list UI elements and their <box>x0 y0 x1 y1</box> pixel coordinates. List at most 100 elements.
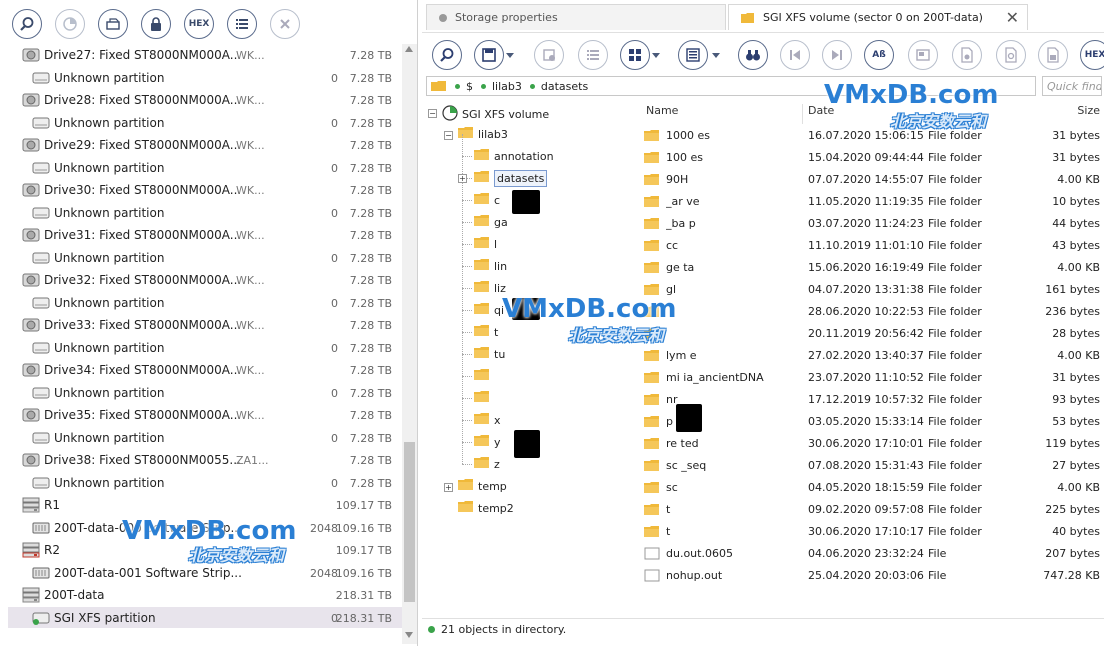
table-row[interactable]: 28.06.2020 10:22:53 File folder 236 bytes <box>638 301 1104 323</box>
column-date[interactable]: Date <box>808 104 834 124</box>
column-size[interactable]: Size <box>1050 104 1100 124</box>
lock-button[interactable] <box>141 9 171 39</box>
table-row[interactable]: lym e 27.02.2020 13:40:37 File folder 4.00 … <box>638 345 1104 367</box>
expand-icon[interactable]: + <box>444 483 453 492</box>
table-row[interactable]: 1000 es 16.07.2020 15:06:15 File folder 31 … <box>638 125 1104 147</box>
tree-folder-temp2[interactable]: temp2 <box>458 497 514 519</box>
file-settings-button[interactable] <box>952 40 982 70</box>
breadcrumb-item[interactable]: $ <box>455 80 473 93</box>
list-item[interactable]: Drive33: Fixed ST8000NM000A... WK... 7.28 … <box>8 314 402 336</box>
tree-folder[interactable]: tu <box>474 343 505 365</box>
tree-folder-lilab3[interactable]: lilab3 <box>458 123 508 145</box>
dropdown-arrow-icon[interactable] <box>712 53 720 58</box>
list-item[interactable]: 200T-data 218.31 TB <box>8 584 402 606</box>
tree-folder[interactable] <box>474 387 494 409</box>
file-save-button[interactable] <box>1038 40 1068 70</box>
binoculars-button[interactable] <box>738 40 768 70</box>
table-row[interactable]: ge ta 15.06.2020 16:19:49 File folder 4.00 … <box>638 257 1104 279</box>
table-row[interactable]: 100 es 15.04.2020 09:44:44 File folder 31 b… <box>638 147 1104 169</box>
list-item[interactable]: R2 109.17 TB <box>8 539 402 561</box>
collapse-icon[interactable]: − <box>428 109 437 118</box>
expand-icon[interactable]: + <box>458 174 467 183</box>
tab-close-icon[interactable]: ✕ <box>1006 8 1019 27</box>
table-row[interactable]: sc 04.05.2020 18:15:59 File folder 4.00 KB <box>638 477 1104 499</box>
hex-button[interactable]: HEX <box>1080 40 1104 70</box>
find-button[interactable] <box>12 9 42 39</box>
table-row[interactable]: 20.11.2019 20:56:42 File folder 28 bytes <box>638 323 1104 345</box>
scroll-up-icon[interactable] <box>405 46 413 52</box>
tree-root-volume[interactable]: SGI XFS volume <box>442 103 549 125</box>
list-item[interactable]: 200T-data-000 Software Strip... 2048 109.1… <box>8 517 402 539</box>
tree-folder[interactable]: liz <box>474 277 506 299</box>
column-name[interactable]: Name <box>646 104 678 124</box>
list-item[interactable]: Drive32: Fixed ST8000NM000A... WK... 7.28 … <box>8 269 402 291</box>
panel-button[interactable] <box>678 40 708 70</box>
breadcrumb[interactable]: $ lilab3 datasets <box>426 76 1036 96</box>
table-row[interactable]: _ar ve 11.05.2020 11:19:35 File folder 10 b… <box>638 191 1104 213</box>
table-row[interactable]: t 09.02.2020 09:57:08 File folder 225 bytes <box>638 499 1104 521</box>
tree-folder[interactable]: l <box>474 233 497 255</box>
list-item[interactable]: Drive29: Fixed ST8000NM000A... WK... 7.28 … <box>8 134 402 156</box>
list-item[interactable]: Drive31: Fixed ST8000NM000A... WK... 7.28 … <box>8 224 402 246</box>
file-find-button[interactable] <box>996 40 1026 70</box>
device-list-scrollbar[interactable] <box>402 44 417 644</box>
dropdown-arrow-icon[interactable] <box>506 53 514 58</box>
tree-folder[interactable]: qi <box>474 299 504 321</box>
table-row[interactable]: sc _seq 07.08.2020 15:31:43 File folder 27 … <box>638 455 1104 477</box>
table-row[interactable]: du.out.0605 04.06.2020 23:32:24 File 207 by… <box>638 543 1104 565</box>
list-item[interactable]: Unknown partition 0 7.28 TB <box>8 337 402 359</box>
list-item[interactable]: Drive34: Fixed ST8000NM000A... WK... 7.28 … <box>8 359 402 381</box>
list-item[interactable]: Unknown partition 0 7.28 TB <box>8 382 402 404</box>
next-button[interactable] <box>822 40 852 70</box>
tab-sgi-xfs-volume[interactable]: SGI XFS volume (sector 0 on 200T-data) ✕ <box>728 4 1028 30</box>
dropdown-arrow-icon[interactable] <box>652 53 660 58</box>
tree-folder[interactable]: x <box>474 409 501 431</box>
tree-folder[interactable]: datasets <box>474 167 548 189</box>
table-row[interactable]: p 03.05.2020 15:33:14 File folder 53 bytes <box>638 411 1104 433</box>
table-row[interactable]: nr 17.12.2019 10:57:32 File folder 93 bytes <box>638 389 1104 411</box>
open-button[interactable] <box>98 9 128 39</box>
collapse-icon[interactable]: − <box>444 131 453 140</box>
list-item[interactable]: Drive28: Fixed ST8000NM000A... WK... 7.28 … <box>8 89 402 111</box>
tree-folder[interactable]: c <box>474 189 500 211</box>
scroll-down-icon[interactable] <box>405 632 413 638</box>
tree-folder[interactable]: y <box>474 431 501 453</box>
tree-folder[interactable]: t <box>474 321 498 343</box>
list-item[interactable]: 200T-data-001 Software Strip... 2048 109.1… <box>8 562 402 584</box>
list-button[interactable] <box>227 9 257 39</box>
hex-button[interactable]: HEX <box>184 9 214 39</box>
table-row[interactable]: mi ia_ancientDNA 23.07.2020 11:10:52 File … <box>638 367 1104 389</box>
case-button[interactable]: Aß <box>864 40 894 70</box>
breadcrumb-item[interactable]: datasets <box>529 80 588 93</box>
table-row[interactable]: re ted 30.06.2020 17:10:01 File folder 119 … <box>638 433 1104 455</box>
tree-folder-temp[interactable]: temp <box>458 475 507 497</box>
find-button[interactable] <box>432 40 462 70</box>
tree-folder[interactable] <box>474 365 494 387</box>
list-item[interactable]: Drive35: Fixed ST8000NM000A... WK... 7.28 … <box>8 404 402 426</box>
list-item[interactable]: Unknown partition 0 7.28 TB <box>8 427 402 449</box>
tree-folder[interactable]: lin <box>474 255 507 277</box>
close-button[interactable] <box>270 9 300 39</box>
list-item[interactable]: Unknown partition 0 7.28 TB <box>8 67 402 89</box>
breadcrumb-item[interactable]: lilab3 <box>481 80 522 93</box>
table-row[interactable]: t 30.06.2020 17:10:17 File folder 40 bytes <box>638 521 1104 543</box>
list-item[interactable]: Drive30: Fixed ST8000NM000A... WK... 7.28 … <box>8 179 402 201</box>
tree-folder[interactable]: annotation <box>474 145 554 167</box>
tab-storage-properties[interactable]: Storage properties <box>426 4 726 30</box>
list-item[interactable]: Unknown partition 0 7.28 TB <box>8 292 402 314</box>
table-row[interactable]: gl 04.07.2020 13:31:38 File folder 161 byte… <box>638 279 1104 301</box>
table-row[interactable]: _ba p 03.07.2020 11:24:23 File folder 44 by… <box>638 213 1104 235</box>
prev-button[interactable] <box>780 40 810 70</box>
list-item[interactable]: Unknown partition 0 7.28 TB <box>8 112 402 134</box>
view-button[interactable] <box>620 40 650 70</box>
quick-find-input[interactable]: Quick find... <box>1042 76 1102 96</box>
list-item[interactable]: Unknown partition 0 7.28 TB <box>8 202 402 224</box>
list-item[interactable]: Drive27: Fixed ST8000NM000A... WK... 7.28 … <box>8 44 402 66</box>
list-item[interactable]: Unknown partition 0 7.28 TB <box>8 247 402 269</box>
checklist-button[interactable] <box>578 40 608 70</box>
column-separator[interactable] <box>802 104 803 124</box>
list-item[interactable]: R1 109.17 TB <box>8 494 402 516</box>
list-item[interactable]: Drive38: Fixed ST8000NM0055... ZA1... 7.28… <box>8 449 402 471</box>
list-item[interactable]: Unknown partition 0 7.28 TB <box>8 472 402 494</box>
save-button[interactable] <box>474 40 504 70</box>
